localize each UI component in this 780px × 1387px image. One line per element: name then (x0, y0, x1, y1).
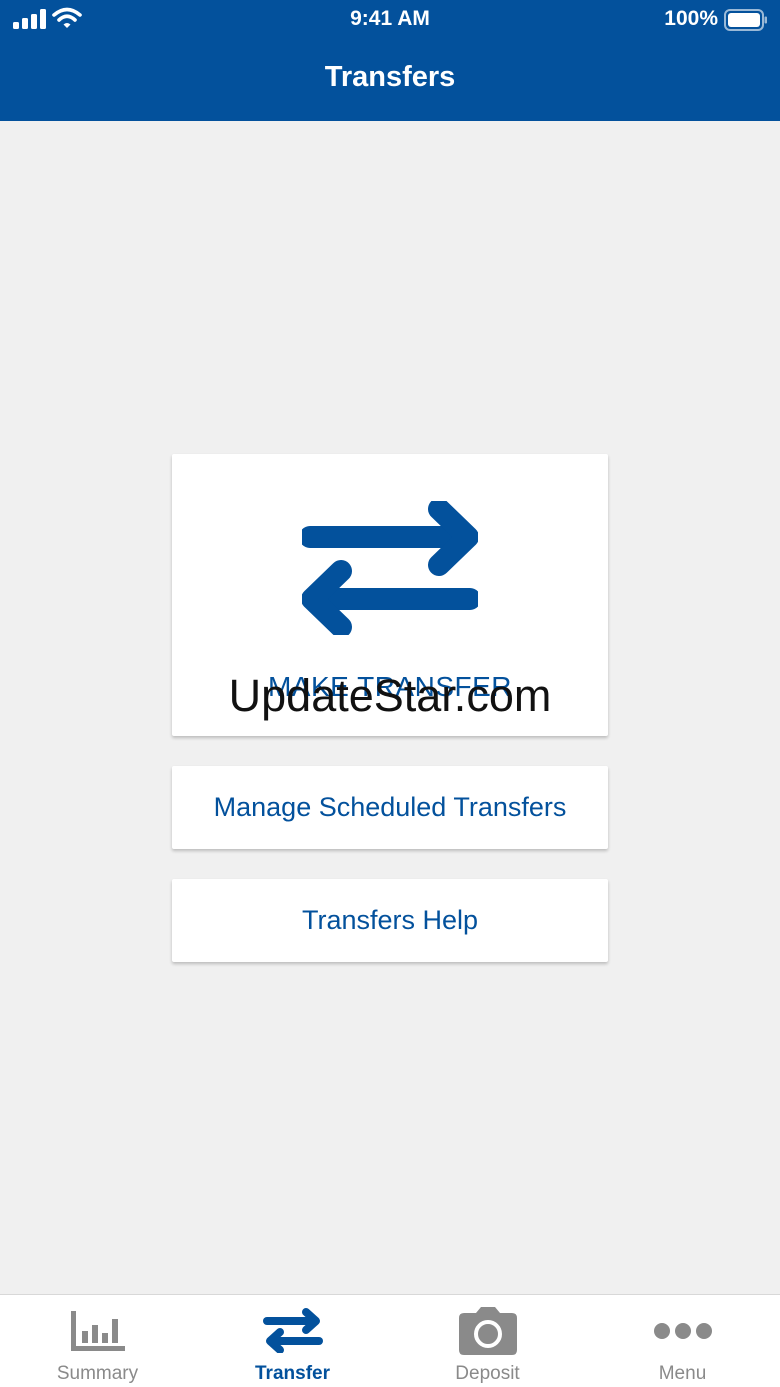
transfer-arrows-icon (302, 501, 478, 635)
transfers-help-label: Transfers Help (301, 905, 479, 935)
bar-chart-icon (70, 1311, 125, 1351)
tab-deposit[interactable]: Deposit (390, 1295, 585, 1387)
tab-menu-label: Menu (658, 1363, 707, 1384)
battery-icon (724, 9, 767, 31)
tab-deposit-label: Deposit (455, 1363, 520, 1384)
transfer-arrows-icon (262, 1308, 323, 1353)
make-transfer-label: MAKE TRANSFER (267, 671, 513, 702)
battery-percentage: 100% (664, 7, 718, 30)
tab-transfer[interactable]: Transfer (195, 1295, 390, 1387)
transfers-help-button[interactable]: Transfers Help (172, 879, 608, 962)
tab-transfer-label: Transfer (255, 1363, 330, 1384)
status-bar: 9:41 AM 100% (0, 0, 780, 40)
make-transfer-button[interactable]: MAKE TRANSFER (172, 454, 608, 736)
more-dots-icon (653, 1323, 712, 1339)
manage-scheduled-transfers-label: Manage Scheduled Transfers (213, 792, 567, 822)
page-title: Transfers (324, 61, 456, 93)
tab-summary[interactable]: Summary (0, 1295, 195, 1387)
camera-icon (458, 1307, 517, 1355)
tab-bar: Summary Transfer Deposit Menu (0, 1294, 780, 1387)
header-bar: 9:41 AM 100% Transfers (0, 0, 780, 121)
manage-scheduled-transfers-button[interactable]: Manage Scheduled Transfers (172, 766, 608, 849)
tab-menu[interactable]: Menu (585, 1295, 780, 1387)
transfers-screen: 9:41 AM 100% Transfers MAKE TRANSFER Man… (0, 0, 780, 1387)
status-time: 9:41 AM (350, 7, 430, 30)
tab-summary-label: Summary (56, 1363, 139, 1384)
